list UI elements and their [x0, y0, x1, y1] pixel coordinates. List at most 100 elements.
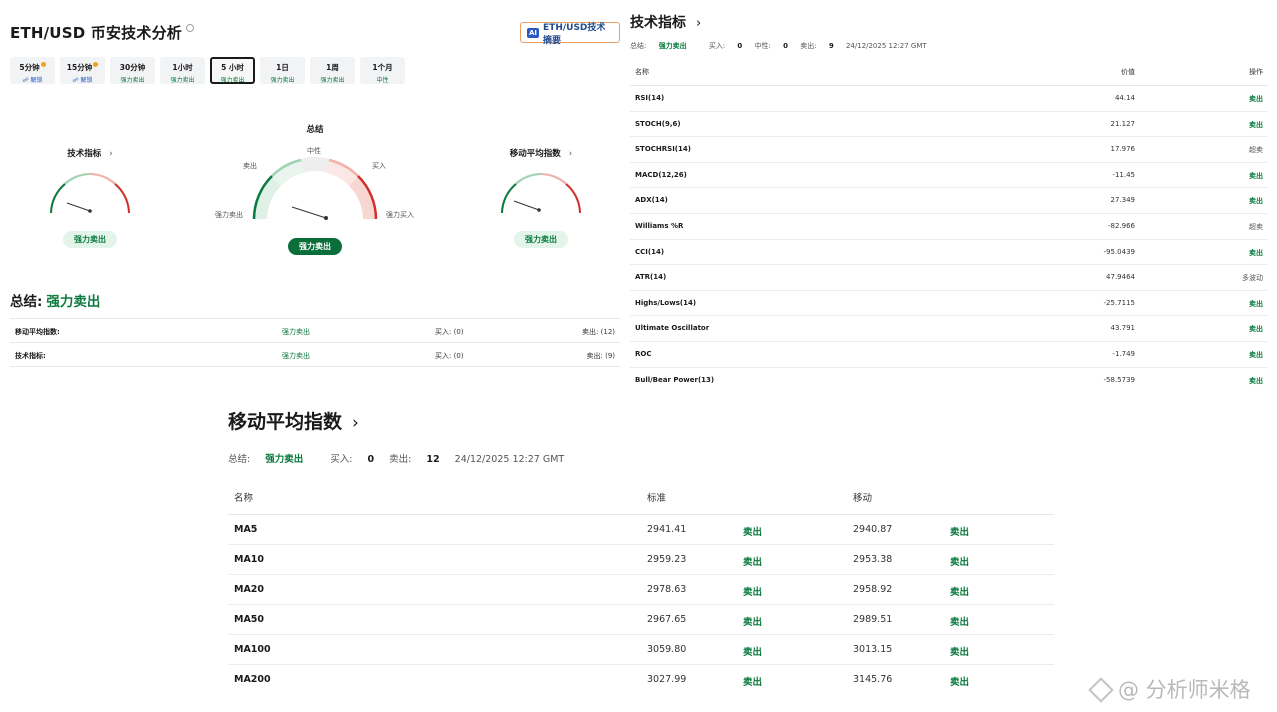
ma-simple-value: 3027.99	[647, 674, 687, 685]
table-row: MA200 3027.99 卖出 3145.76 卖出	[228, 665, 1054, 695]
table-row: MA50 2967.65 卖出 2989.51 卖出	[228, 605, 1054, 635]
info-icon[interactable]	[185, 24, 194, 32]
gauge-dial	[50, 173, 130, 214]
indicator-name: ROC	[635, 349, 652, 358]
overview-panel: ETH/USD 币安技术分析 AI ETH/USD技术摘要 5分钟 ☍ 解锁 1…	[10, 0, 620, 380]
table-row: RSI(14) 44.14 卖出	[630, 86, 1268, 112]
indicator-name: STOCH(9,6)	[635, 119, 681, 128]
timeframe-30m[interactable]: 30分钟 强力卖出	[110, 57, 155, 84]
indicator-value: -11.45	[1112, 170, 1135, 179]
indicator-name: ADX(14)	[635, 196, 668, 205]
ma-exponential-value: 3013.15	[853, 644, 893, 655]
indicator-name: Bull/Bear Power(13)	[635, 375, 715, 384]
table-row: Williams %R -82.966 超卖	[630, 214, 1268, 240]
indicator-name: Highs/Lows(14)	[635, 298, 697, 307]
table-header: 名称 价值 操作	[630, 60, 1268, 86]
indicator-name: STOCHRSI(14)	[635, 145, 691, 154]
ma-exponential-action: 卖出	[950, 527, 970, 538]
table-row: 移动平均指数: 强力卖出 买入: (0) 卖出: (12)	[10, 319, 620, 343]
ma-exponential-action: 卖出	[950, 617, 970, 628]
timeframe-1w[interactable]: 1周 强力卖出	[310, 57, 355, 84]
table-row: 技术指标: 强力卖出 买入: (0) 卖出: (9)	[10, 343, 620, 367]
ma-gauge-title[interactable]: 移动平均指数 ›	[496, 147, 586, 159]
timeframe-label: 1个月	[372, 63, 393, 72]
row-result: 强力卖出	[282, 328, 310, 336]
table-row: MA5 2941.41 卖出 2940.87 卖出	[228, 515, 1054, 545]
technical-timestamp: 24/12/2025 12:27 GMT	[845, 42, 927, 50]
indicator-name: RSI(14)	[635, 94, 665, 102]
timeframe-1mo[interactable]: 1个月 中性	[360, 57, 405, 84]
watermark: @ 分析师米格	[1088, 674, 1251, 704]
timeframe-selector: 5分钟 ☍ 解锁 15分钟 ☍ 解锁 30分钟 强力卖出 1小时 强力卖出 5 …	[10, 57, 405, 84]
technical-summary-line: 总结: 强力卖出 买入: 0 中性: 0 卖出: 9 24/12/2025 12…	[630, 42, 927, 50]
timeframe-1d[interactable]: 1日 强力卖出	[260, 57, 305, 84]
timeframe-5h[interactable]: 5 小时 强力卖出	[210, 57, 255, 84]
row-buy-count: 买入: (0)	[435, 328, 464, 336]
ma-name: MA5	[234, 524, 258, 535]
technical-summary-result: 强力卖出	[658, 42, 687, 50]
indicator-value: -95.0439	[1103, 247, 1135, 256]
row-sell-count: 卖出: (9)	[586, 352, 616, 360]
indicator-action: 卖出	[1249, 95, 1263, 103]
row-buy-count: 买入: (0)	[435, 352, 464, 360]
timeframe-label: 1小时	[172, 63, 193, 72]
ai-summary-button[interactable]: AI ETH/USD技术摘要	[520, 22, 620, 46]
gauge-dial	[252, 157, 378, 220]
ma-simple-value: 3059.80	[647, 644, 687, 655]
ma-simple-action: 卖出	[743, 527, 763, 538]
ai-summary-label: ETH/USD技术摘要	[543, 22, 606, 46]
ma-exponential-value: 2958.92	[853, 584, 893, 595]
indicator-action: 卖出	[1249, 171, 1263, 180]
ma-simple-action: 卖出	[743, 617, 763, 628]
gauge-needle	[66, 202, 91, 212]
premium-icon	[40, 62, 46, 67]
technical-indicators-title[interactable]: 技术指标 ›	[630, 12, 701, 32]
chevron-right-icon: ›	[568, 149, 573, 159]
ma-name: MA200	[234, 674, 271, 685]
timeframe-label: 1日	[276, 63, 289, 72]
gauge-needle	[291, 206, 327, 219]
row-sell-count: 卖出: (12)	[582, 328, 615, 336]
technical-gauge-result: 强力卖出	[63, 231, 117, 248]
chevron-right-icon: ›	[696, 16, 702, 31]
premium-icon	[93, 62, 99, 67]
indicator-value: -58.5739	[1103, 375, 1135, 384]
moving-averages-summary-line: 总结: 强力卖出 买入: 0 卖出: 12 24/12/2025 12:27 G…	[228, 454, 565, 465]
table-row: Bull/Bear Power(13) -58.5739 卖出	[630, 368, 1268, 394]
technical-indicators-table: RSI(14) 44.14 卖出 STOCH(9,6) 21.127 卖出 STOCHRSI…	[630, 86, 1268, 393]
indicator-value: -25.7115	[1103, 298, 1135, 307]
column-header-value: 价值	[1121, 68, 1135, 76]
ma-simple-value: 2967.65	[647, 614, 687, 625]
table-row: CCI(14) -95.0439 卖出	[630, 240, 1268, 266]
timeframe-15m[interactable]: 15分钟 ☍ 解锁	[60, 57, 105, 84]
ma-exponential-action: 卖出	[950, 647, 970, 658]
indicator-action: 卖出	[1249, 350, 1263, 359]
ma-name: MA50	[234, 614, 265, 625]
table-row: STOCHRSI(14) 17.976 超卖	[630, 137, 1268, 163]
ma-exponential-action: 卖出	[950, 677, 970, 688]
ai-icon: AI	[527, 27, 540, 38]
table-row: STOCH(9,6) 21.127 卖出	[630, 112, 1268, 138]
moving-averages-title[interactable]: 移动平均指数 ›	[228, 407, 359, 434]
indicator-name: MACD(12,26)	[635, 170, 687, 179]
gauge-needle	[513, 200, 540, 211]
table-row: Ultimate Oscillator 43.791 卖出	[630, 316, 1268, 342]
timeframe-label: 30分钟	[119, 63, 146, 72]
ma-summary-result: 强力卖出	[265, 454, 304, 465]
chevron-right-icon: ›	[352, 413, 359, 433]
timeframe-5m[interactable]: 5分钟 ☍ 解锁	[10, 57, 55, 84]
chevron-right-icon: ›	[109, 149, 113, 159]
ma-simple-action: 卖出	[743, 557, 763, 568]
technical-gauge-title[interactable]: 技术指标 ›	[45, 147, 135, 159]
indicator-action: 卖出	[1249, 248, 1263, 257]
summary-heading: 总结: 强力卖出	[10, 290, 100, 310]
timeframe-signal: 强力卖出	[220, 77, 245, 84]
ma-exponential-value: 2989.51	[853, 614, 893, 625]
timeframe-1h[interactable]: 1小时 强力卖出	[160, 57, 205, 84]
row-name: 技术指标:	[15, 352, 46, 360]
indicator-value: 47.9464	[1106, 273, 1135, 282]
ma-gauge: 移动平均指数 › 强力卖出	[496, 147, 586, 248]
ma-simple-value: 2959.23	[647, 554, 687, 565]
table-row: MA10 2959.23 卖出 2953.38 卖出	[228, 545, 1054, 575]
unlock-label: ☍ 解锁	[22, 77, 43, 84]
